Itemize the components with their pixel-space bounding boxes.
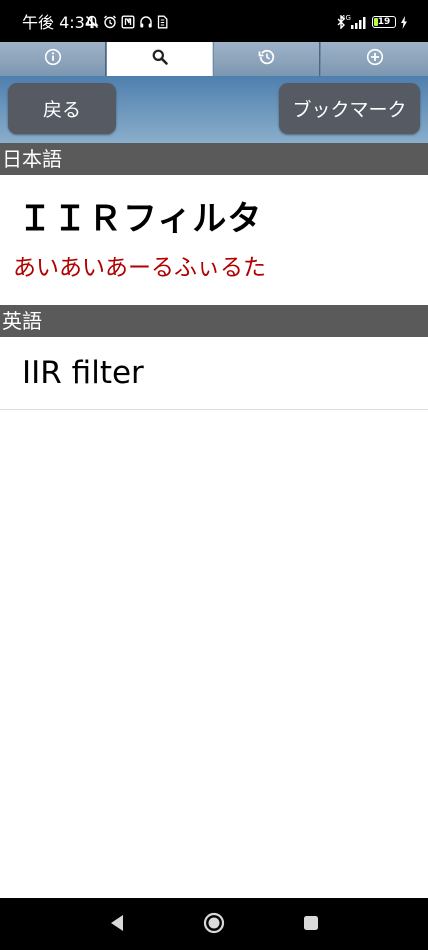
toolbar: 戻る ブックマーク (0, 76, 428, 143)
back-button[interactable]: 戻る (8, 83, 116, 134)
tab-info[interactable] (0, 42, 106, 76)
back-icon[interactable] (106, 910, 128, 940)
english-section-header: 英語 (0, 305, 428, 337)
search-icon (151, 48, 169, 70)
status-bar: 午後 4:34 4G 19 (0, 0, 428, 42)
signal-icon (350, 16, 368, 29)
battery-percent: 19 (377, 17, 391, 27)
status-notification-icons (85, 15, 168, 29)
nfc-icon (121, 15, 135, 29)
add-icon (366, 48, 384, 70)
tab-history[interactable] (214, 42, 320, 76)
home-icon[interactable] (202, 910, 226, 940)
bluetooth-icon (336, 15, 346, 29)
recents-icon[interactable] (300, 910, 322, 940)
divider (0, 409, 428, 410)
history-icon (258, 48, 276, 70)
japanese-term: ＩＩＲフィルタ (18, 199, 263, 239)
tab-bar (0, 42, 428, 76)
charging-icon (400, 15, 408, 29)
battery-icon: 19 (372, 16, 396, 28)
navigation-bar (0, 898, 428, 950)
english-term: IIR filter (22, 355, 144, 391)
bookmark-button[interactable]: ブックマーク (279, 83, 420, 134)
sim-icon (157, 15, 168, 29)
mute-icon (85, 15, 99, 29)
tab-search[interactable] (107, 42, 213, 76)
headphones-icon (139, 15, 153, 29)
japanese-reading: あいあいあーるふぃるた (13, 255, 266, 281)
japanese-section-header: 日本語 (0, 143, 428, 175)
tab-add[interactable] (321, 42, 428, 76)
alarm-icon (103, 15, 117, 29)
status-system-icons: 19 (336, 15, 408, 29)
info-icon (44, 48, 62, 70)
